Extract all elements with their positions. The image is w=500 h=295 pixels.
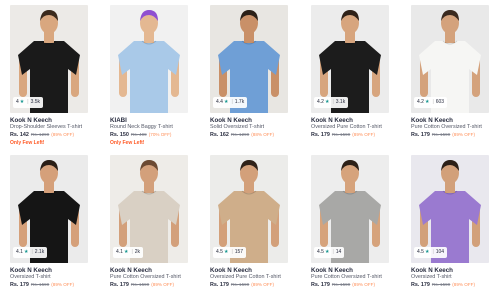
product-title: Oversized T-shirt xyxy=(411,274,452,280)
star-icon: ★ xyxy=(223,99,229,105)
product-brand: Kook N Keech xyxy=(210,267,252,274)
product-brand: Kook N Keech xyxy=(10,117,52,124)
product-card[interactable]: KIABI Round Neck Baggy T-shirt Rs. 150 Rs… xyxy=(110,5,188,146)
product-title: Pure Cotton Oversized T-shirt xyxy=(311,274,382,280)
product-card[interactable]: 4.1★ | 2.1k Kook N Keech Oversized T-shirt… xyxy=(10,155,88,295)
product-price: Rs. 179 Rs. 1599 (89% OFF) xyxy=(411,282,475,288)
model-photo xyxy=(110,5,188,113)
stock-flag: Only Few Left! xyxy=(10,140,45,146)
rating-value: 4.2 xyxy=(317,99,324,105)
product-brand: Kook N Keech xyxy=(311,117,353,124)
product-image[interactable] xyxy=(110,5,188,113)
product-brand: KIABI xyxy=(110,117,127,124)
product-title: Oversized T-shirt xyxy=(10,274,51,280)
rating-badge: 4★ | 3.5k xyxy=(13,97,44,108)
star-icon: ★ xyxy=(324,249,330,255)
product-title: Oversized Pure Cotton T-shirt xyxy=(311,124,382,130)
product-price: Rs. 162 Rs. 1299 (88% OFF) xyxy=(210,132,274,138)
product-grid: 4★ | 3.5k Kook N Keech Drop-Shoulder Sleev… xyxy=(0,0,500,295)
rating-badge: 4.5★ | 104 xyxy=(414,247,448,258)
star-icon: ★ xyxy=(23,249,29,255)
star-icon: ★ xyxy=(223,249,229,255)
rating-value: 4.1 xyxy=(116,249,123,255)
product-title: Pure Cotton Oversized T-shirt xyxy=(110,274,181,280)
product-brand: Kook N Keech xyxy=(10,267,52,274)
product-title: Round Neck Baggy T-shirt xyxy=(110,124,173,130)
rating-count: 603 xyxy=(435,99,445,105)
rating-count: 1.7k xyxy=(234,99,245,105)
product-card[interactable]: 4.5★ | 157 Kook N Keech Oversized Pure Cot… xyxy=(210,155,288,295)
product-brand: Kook N Keech xyxy=(110,267,152,274)
rating-value: 4.5 xyxy=(317,249,324,255)
star-icon: ★ xyxy=(19,99,25,105)
product-brand: Kook N Keech xyxy=(411,267,453,274)
rating-value: 4.4 xyxy=(216,99,223,105)
rating-count: 157 xyxy=(234,249,244,255)
product-card[interactable]: 4.4★ | 1.7k Kook N Keech Solid Oversized T… xyxy=(210,5,288,145)
product-brand: Kook N Keech xyxy=(411,117,453,124)
rating-badge: 4.4★ | 1.7k xyxy=(213,97,248,108)
rating-value: 4 xyxy=(16,99,19,105)
star-icon: ★ xyxy=(424,99,430,105)
product-price: Rs. 142 Rs. 1299 (89% OFF) xyxy=(10,132,74,138)
product-brand: Kook N Keech xyxy=(311,267,353,274)
product-price: Rs. 179 Rs. 1599 (89% OFF) xyxy=(311,282,375,288)
rating-badge: 4.1★ | 2k xyxy=(113,247,144,258)
rating-value: 4.2 xyxy=(417,99,424,105)
rating-value: 4.5 xyxy=(216,249,223,255)
product-title: Solid Oversized T-shirt xyxy=(210,124,265,130)
rating-badge: 4.5★ | 14 xyxy=(314,247,345,258)
product-price: Rs. 179 Rs. 1599 (89% OFF) xyxy=(10,282,74,288)
product-brand: Kook N Keech xyxy=(210,117,252,124)
product-price: Rs. 179 Rs. 1599 (89% OFF) xyxy=(311,132,375,138)
rating-badge: 4.2★ | 603 xyxy=(414,97,448,108)
product-card[interactable]: 4.5★ | 104 Kook N Keech Oversized T-shirt … xyxy=(411,155,489,295)
product-price: Rs. 179 Rs. 1599 (89% OFF) xyxy=(210,282,274,288)
product-title: Pure Cotton Oversized T-shirt xyxy=(411,124,482,130)
product-card[interactable]: 4.2★ | 3.1k Kook N Keech Oversized Pure Co… xyxy=(311,5,389,145)
rating-count: 2.1k xyxy=(34,249,45,255)
product-title: Drop-Shoulder Sleeves T-shirt xyxy=(10,124,83,130)
rating-count: 14 xyxy=(335,249,342,255)
rating-count: 3.1k xyxy=(335,99,346,105)
stock-flag: Only Few Left! xyxy=(110,140,145,146)
star-icon: ★ xyxy=(324,99,330,105)
rating-badge: 4.2★ | 3.1k xyxy=(314,97,349,108)
star-icon: ★ xyxy=(424,249,430,255)
rating-value: 4.5 xyxy=(417,249,424,255)
product-card[interactable]: 4★ | 3.5k Kook N Keech Drop-Shoulder Sleev… xyxy=(10,5,88,146)
product-price: Rs. 179 Rs. 1599 (89% OFF) xyxy=(110,282,174,288)
product-card[interactable]: 4.5★ | 14 Kook N Keech Pure Cotton Oversiz… xyxy=(311,155,389,295)
rating-badge: 4.1★ | 2.1k xyxy=(13,247,48,258)
rating-count: 2k xyxy=(134,249,141,255)
rating-badge: 4.5★ | 157 xyxy=(213,247,247,258)
product-card[interactable]: 4.1★ | 2k Kook N Keech Pure Cotton Oversiz… xyxy=(110,155,188,295)
product-title: Oversized Pure Cotton T-shirt xyxy=(210,274,281,280)
star-icon: ★ xyxy=(123,249,129,255)
product-price: Rs. 179 Rs. 1599 (89% OFF) xyxy=(411,132,475,138)
product-price: Rs. 150 Rs. 499 (70% OFF) xyxy=(110,132,172,138)
rating-count: 104 xyxy=(435,249,445,255)
rating-count: 3.5k xyxy=(30,99,41,105)
rating-value: 4.1 xyxy=(16,249,23,255)
product-card[interactable]: 4.2★ | 603 Kook N Keech Pure Cotton Oversi… xyxy=(411,5,489,145)
